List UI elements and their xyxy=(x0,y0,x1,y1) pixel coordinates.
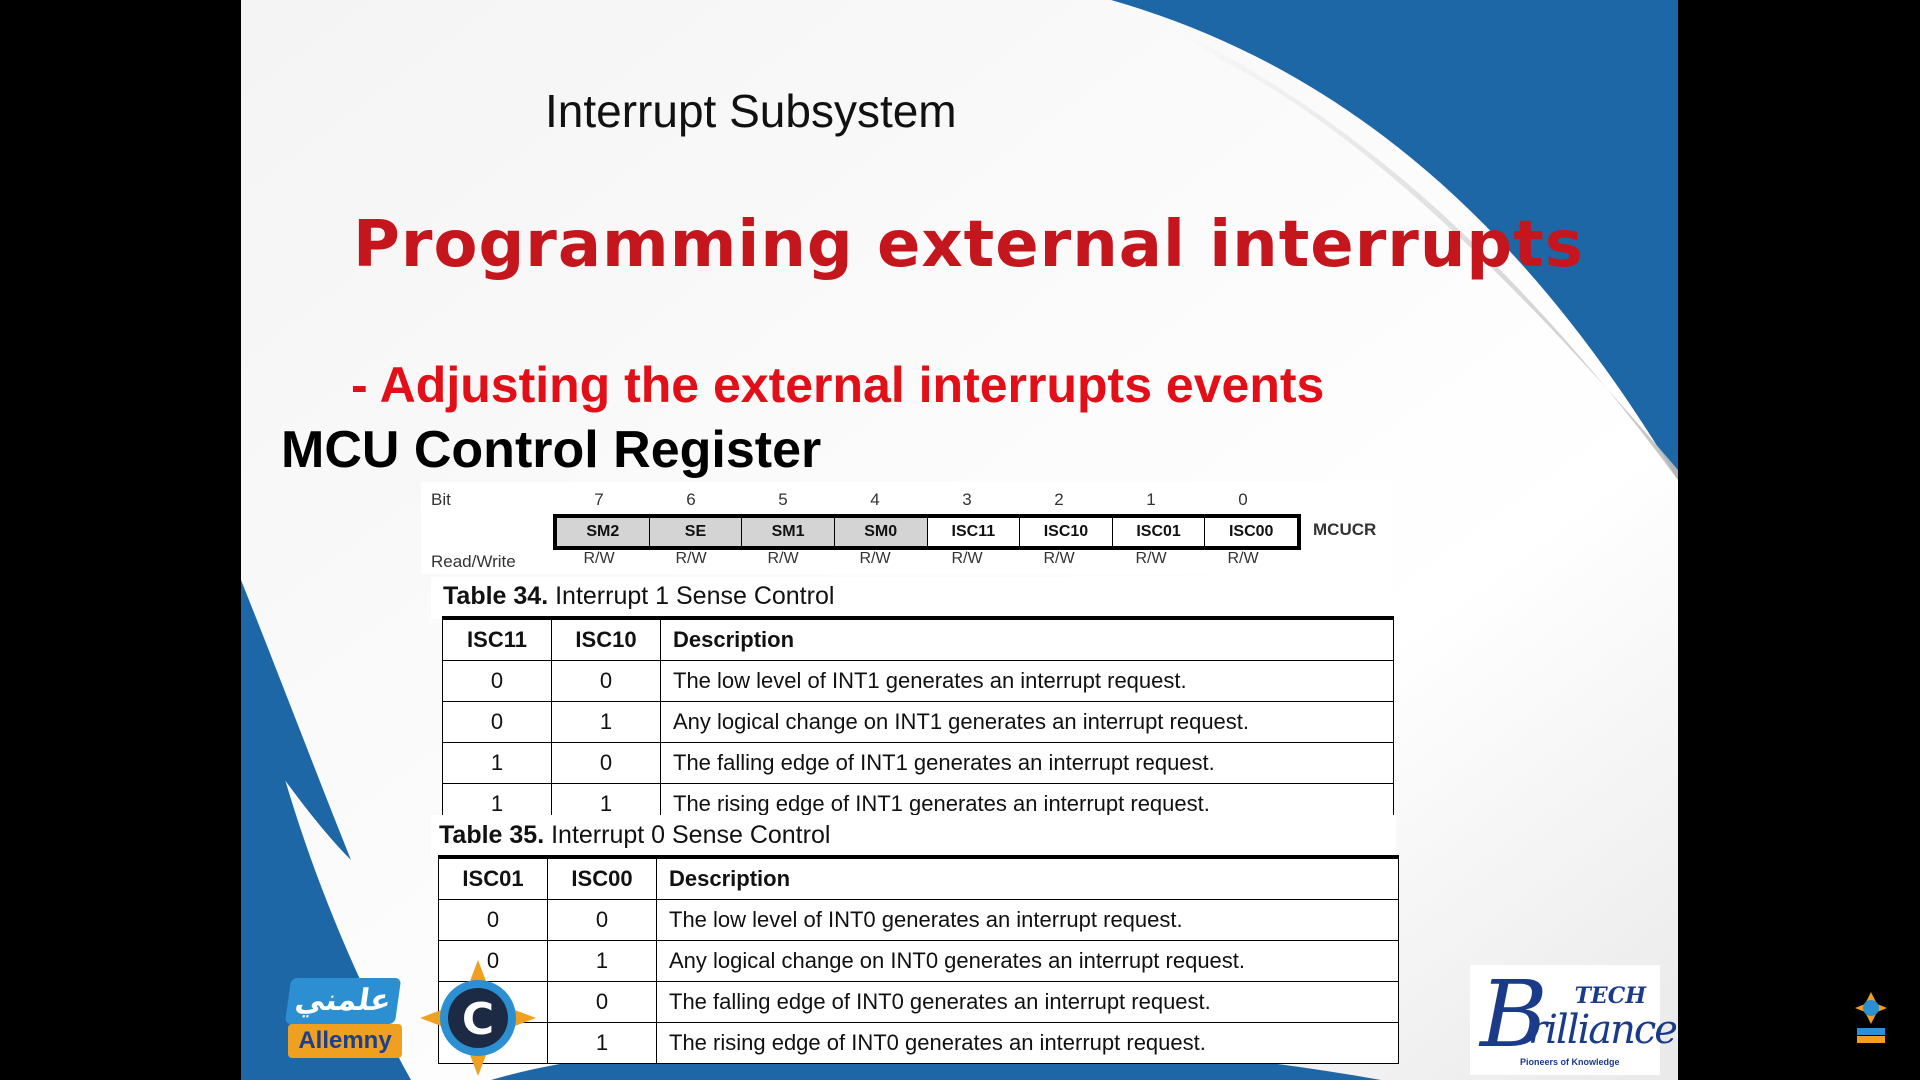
bit-number: 4 xyxy=(870,490,880,509)
bit-number: 3 xyxy=(962,490,972,509)
table-cell: 0 xyxy=(442,701,552,743)
table-row: 1 0 The falling edge of INT1 generates a… xyxy=(442,742,1394,784)
table-cell: The rising edge of INT0 generates an int… xyxy=(656,1022,1399,1064)
bit-number: 6 xyxy=(686,490,696,509)
column-header: Description xyxy=(660,616,1394,661)
rw-value: R/W xyxy=(1135,550,1167,567)
bit-cell-se: SE xyxy=(649,518,743,546)
column-header: ISC11 xyxy=(442,616,552,661)
register-diagram: Bit 7 6 5 4 3 2 1 0 SM2 SE SM1 SM0 ISC11… xyxy=(421,482,1391,574)
table-cell: Any logical change on INT0 generates an … xyxy=(656,940,1399,982)
bit-cell-isc11: ISC11 xyxy=(928,518,1021,546)
rw-value: R/W xyxy=(1043,550,1075,567)
bit-cell-sm0: SM0 xyxy=(834,518,928,546)
table-cell: 0 xyxy=(547,981,657,1023)
brilliance-logo-tech: TECH xyxy=(1574,983,1646,1009)
allemny-emblem-icon: C xyxy=(420,960,536,1076)
bit-number: 2 xyxy=(1054,490,1064,509)
table-row: 0 0 The low level of INT1 generates an i… xyxy=(442,660,1394,702)
register-title: MCU Control Register xyxy=(281,421,822,479)
table-cell: 0 xyxy=(547,899,657,941)
bit-cell-isc01: ISC01 xyxy=(1113,518,1206,546)
bit-number: 7 xyxy=(594,490,604,509)
table-cell: Any logical change on INT1 generates an … xyxy=(660,701,1394,743)
table-cell: 0 xyxy=(442,660,552,702)
svg-text:C: C xyxy=(462,994,494,1045)
rw-value: R/W xyxy=(1227,550,1259,567)
table-cell: The low level of INT0 generates an inter… xyxy=(656,899,1399,941)
table-header-row: ISC11 ISC10 Description xyxy=(442,616,1394,661)
allemny-logo-english: Allemny xyxy=(288,1024,402,1058)
table-cell: 0 xyxy=(438,899,548,941)
column-header: ISC10 xyxy=(551,616,661,661)
main-title: Programming external interrupts xyxy=(353,208,1584,282)
read-write-label: Read/Write xyxy=(431,552,516,571)
table-cell: The falling edge of INT0 generates an in… xyxy=(656,981,1399,1023)
table35: ISC01 ISC00 Description 0 0 The low leve… xyxy=(438,855,1399,1064)
column-header: ISC01 xyxy=(438,855,548,900)
table-cell: The falling edge of INT1 generates an in… xyxy=(660,742,1394,784)
rw-value: R/W xyxy=(951,550,983,567)
bit-number: 5 xyxy=(778,490,788,509)
table-cell: 1 xyxy=(547,940,657,982)
table-cell: 0 xyxy=(551,742,661,784)
watermark-logo-icon xyxy=(1855,992,1887,1043)
rw-value: R/W xyxy=(767,550,799,567)
slide: Interrupt Subsystem Programming external… xyxy=(241,0,1678,1080)
table-row: 0 1 Any logical change on INT1 generates… xyxy=(442,701,1394,743)
register-bit-cells: SM2 SE SM1 SM0 ISC11 ISC10 ISC01 ISC00 xyxy=(553,514,1301,550)
table-cell: 1 xyxy=(547,1022,657,1064)
bit-cell-isc00: ISC00 xyxy=(1228,523,1274,540)
bit-label: Bit xyxy=(431,490,451,509)
column-header: ISC00 xyxy=(547,855,657,900)
table-row: 1 1 The rising edge of INT0 generates an… xyxy=(438,1022,1399,1064)
section-title: Interrupt Subsystem xyxy=(545,85,957,137)
bit-cell-isc10: ISC10 xyxy=(1020,518,1113,546)
brilliance-logo-name: rilliance xyxy=(1528,1007,1678,1053)
table-cell: The low level of INT1 generates an inter… xyxy=(660,660,1394,702)
brilliance-logo: B TECH rilliance Pioneers of Knowledge xyxy=(1470,961,1678,1075)
brilliance-logo-tagline: Pioneers of Knowledge xyxy=(1520,1057,1620,1067)
bit-cell-sm1: SM1 xyxy=(742,518,835,546)
bit-number: 0 xyxy=(1238,490,1248,509)
bullet-text: - Adjusting the external interrupts even… xyxy=(351,357,1325,413)
table35-title: Interrupt 0 Sense Control xyxy=(551,821,831,849)
table-row: 1 0 The falling edge of INT0 generates a… xyxy=(438,981,1399,1023)
table34-title: Interrupt 1 Sense Control xyxy=(555,582,835,610)
table-cell: 1 xyxy=(551,701,661,743)
table34-caption: Table 34. Interrupt 1 Sense Control xyxy=(443,582,834,611)
table34-number: Table 34. xyxy=(443,582,549,610)
bit-number: 1 xyxy=(1146,490,1156,509)
register-name: MCUCR xyxy=(1313,520,1377,539)
table-cell: 1 xyxy=(442,742,552,784)
table-row: 0 1 Any logical change on INT0 generates… xyxy=(438,940,1399,982)
table34: ISC11 ISC10 Description 0 0 The low leve… xyxy=(442,616,1394,825)
table-header-row: ISC01 ISC00 Description xyxy=(438,855,1399,900)
rw-value: R/W xyxy=(859,550,891,567)
table35-caption: Table 35. Interrupt 0 Sense Control xyxy=(439,821,830,850)
rw-value: R/W xyxy=(583,550,615,567)
allemny-logo-arabic: علمني xyxy=(284,978,402,1024)
bit-cell-sm2: SM2 xyxy=(557,518,650,546)
table35-number: Table 35. xyxy=(439,821,545,849)
rw-value: R/W xyxy=(675,550,707,567)
table-cell: 0 xyxy=(551,660,661,702)
column-header: Description xyxy=(656,855,1399,900)
table-row: 0 0 The low level of INT0 generates an i… xyxy=(438,899,1399,941)
